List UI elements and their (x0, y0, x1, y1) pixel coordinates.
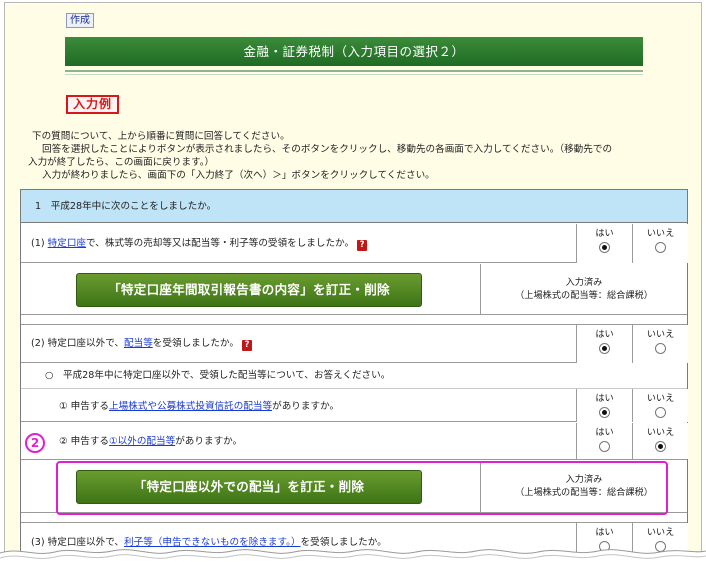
q2-no-cell[interactable]: いいえ (632, 325, 688, 363)
link-tokutei-koza[interactable]: 特定口座 (48, 238, 86, 249)
link-haito[interactable]: 配当等 (124, 338, 153, 349)
q1-yes-cell[interactable]: はい (576, 224, 632, 263)
question-2-subheader: ○ 平成28年中に特定口座以外で、受領した配当等について、お答えください。 (45, 370, 391, 381)
q1-yes-label: はい (595, 228, 614, 239)
question-1-suffix: で、株式等の売却等又は配当等・利子等の受領をしましたか。 (86, 238, 355, 249)
instruction-line-4: 入力が終わりましたら、画面下の「入力終了（次へ）＞」ボタンをクリックしてください… (42, 170, 435, 181)
question-2-text: (2) 特定口座以外で、配当等を受領しましたか。? (31, 337, 252, 351)
q1-yes-radio[interactable] (599, 242, 610, 253)
sub1-suffix: がありますか。 (272, 401, 340, 412)
link-other-dividends[interactable]: ①以外の配当等 (109, 436, 175, 447)
link-listed-stock-dividends[interactable]: 上場株式や公募株式投資信託の配当等 (109, 401, 272, 412)
sub1-prefix: ① 申告する (59, 401, 110, 412)
question-2-suffix: を受領しましたか。 (152, 338, 239, 349)
edit-tokutei-report-button[interactable]: 「特定口座年間取引報告書の内容」を訂正・削除 (76, 273, 422, 307)
sub1-yes-radio[interactable] (599, 407, 610, 418)
q1-no-cell[interactable]: いいえ (632, 224, 688, 263)
instruction-line-1: 下の質問について、上から順番に質問に回答してください。 (32, 131, 290, 142)
question-1-prefix: (1) (31, 238, 48, 249)
torn-edge (0, 549, 706, 577)
title-divider-thin (65, 74, 643, 75)
q2-yes-cell[interactable]: はい (576, 325, 632, 363)
sub2-yes-cell[interactable]: はい (576, 423, 632, 459)
question-1-action-row: 「特定口座年間取引報告書の内容」を訂正・削除 入力済み （上場株式の配当等：総合… (21, 264, 687, 315)
question-2-sub2-text: ② 申告する①以外の配当等がありますか。 (59, 435, 242, 449)
sub2-prefix: ② 申告する (59, 436, 110, 447)
question-2-sub2-row: ② 申告する①以外の配当等がありますか。 はい いいえ (21, 423, 688, 460)
question-2-prefix: (2) 特定口座以外で、 (31, 338, 125, 349)
title-divider (65, 70, 643, 72)
sub1-yes-cell[interactable]: はい (576, 389, 632, 422)
sub2-no-label: いいえ (646, 427, 675, 438)
q1-no-radio[interactable] (655, 242, 666, 253)
q2-yes-radio[interactable] (599, 343, 610, 354)
q2-status-line-1: 入力済み (565, 474, 603, 485)
sub2-yes-radio[interactable] (599, 441, 610, 452)
page-frame: 作成 金融・証券税制（入力項目の選択２） 入力例 下の質問について、上から順番に… (4, 2, 702, 575)
q2-no-radio[interactable] (655, 343, 666, 354)
q3-yes-label: はい (595, 527, 614, 538)
question-2-subheader-row: ○ 平成28年中に特定口座以外で、受領した配当等について、お答えください。 (21, 364, 687, 388)
question-2-sub1-text: ① 申告する上場株式や公募株式投資信託の配当等がありますか。 (59, 400, 339, 414)
question-row-1: (1) 特定口座で、株式等の売却等又は配当等・利子等の受領をしましたか。? はい… (21, 224, 688, 263)
q2-no-label: いいえ (646, 329, 675, 340)
example-badge: 入力例 (66, 95, 120, 114)
q1-no-label: いいえ (646, 228, 675, 239)
q2-status-cell: 入力済み （上場株式の配当等：総合課税） (480, 461, 687, 513)
sub2-no-cell[interactable]: いいえ (632, 423, 688, 459)
sub2-yes-label: はい (595, 427, 614, 438)
question-1-text: (1) 特定口座で、株式等の売却等又は配当等・利子等の受領をしましたか。? (31, 237, 368, 251)
sub1-yes-label: はい (595, 393, 614, 404)
sub1-no-radio[interactable] (655, 407, 666, 418)
q3-no-label: いいえ (646, 527, 675, 538)
sub1-no-cell[interactable]: いいえ (632, 389, 688, 422)
q2-yes-label: はい (595, 329, 614, 340)
question-2-action-row: 「特定口座以外での配当」を訂正・削除 入力済み （上場株式の配当等：総合課税） (21, 461, 687, 513)
q1-status-cell: 入力済み （上場株式の配当等：総合課税） (480, 264, 687, 315)
instruction-line-3: 入力が終了したら、この画面に戻ります。） (28, 157, 215, 168)
q1-status-line-2: （上場株式の配当等：総合課税） (515, 290, 653, 301)
instruction-line-2: 回答を選択したことによりボタンが表示されましたら、そのボタンをクリックし、移動先… (42, 144, 613, 155)
question-table: 1 平成28年中に次のことをしましたか。 (1) 特定口座で、株式等の売却等又は… (20, 189, 688, 574)
q2-status-line-2: （上場株式の配当等：総合課税） (515, 487, 653, 498)
edit-non-tokutei-dividend-button[interactable]: 「特定口座以外での配当」を訂正・削除 (76, 470, 422, 504)
question-row-2: (2) 特定口座以外で、配当等を受領しましたか。? はい いいえ (21, 324, 688, 363)
section-header: 1 平成28年中に次のことをしましたか。 (21, 190, 687, 223)
help-icon[interactable]: ? (241, 340, 252, 351)
sub1-no-label: いいえ (646, 393, 675, 404)
page-title: 金融・証券税制（入力項目の選択２） (65, 37, 643, 66)
instructions: 下の質問について、上から順番に質問に回答してください。 回答を選択したことにより… (28, 130, 682, 182)
sub2-no-radio[interactable] (655, 441, 666, 452)
q1-status-line-1: 入力済み (565, 277, 603, 288)
question-2-sub1-row: ① 申告する上場株式や公募株式投資信託の配当等がありますか。 はい いいえ (21, 388, 688, 422)
sub2-suffix: がありますか。 (175, 436, 243, 447)
create-button[interactable]: 作成 (66, 13, 94, 28)
help-icon[interactable]: ? (357, 240, 368, 251)
annotation-marker: 2 (25, 433, 45, 453)
